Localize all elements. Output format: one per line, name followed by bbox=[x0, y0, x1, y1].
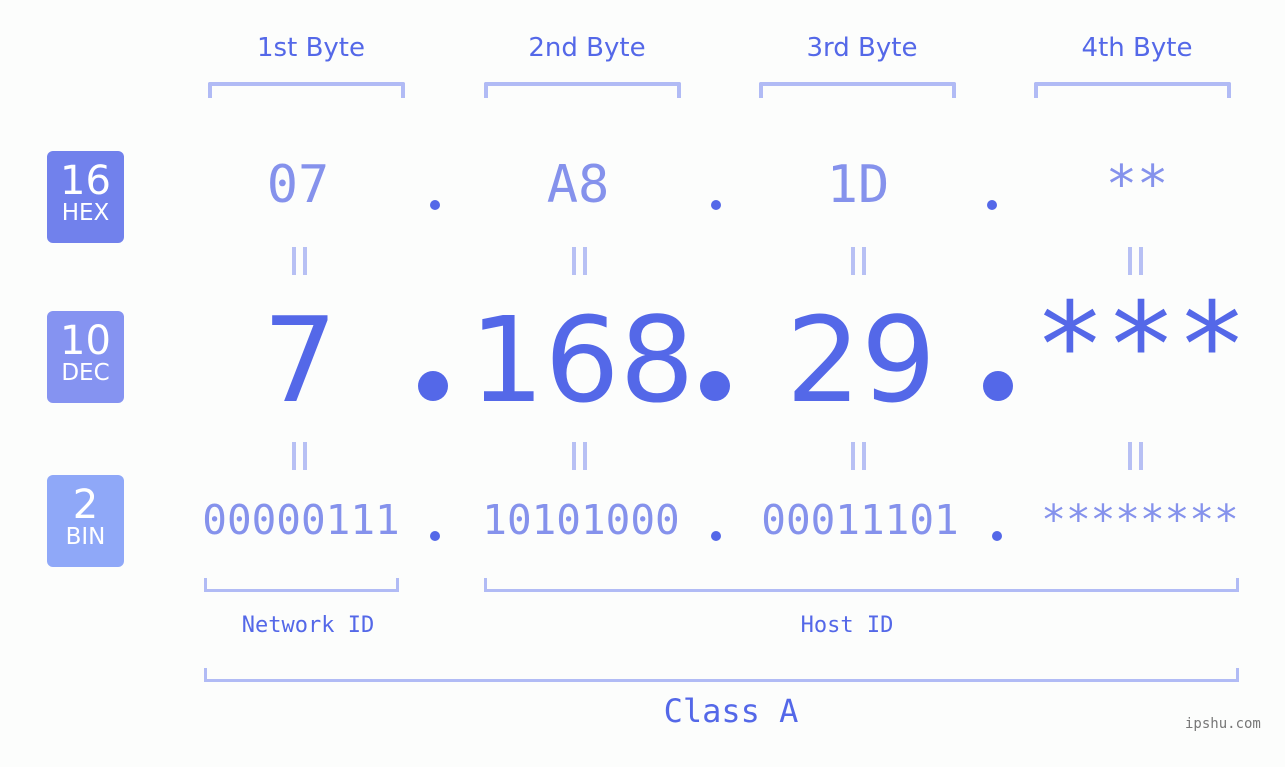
equals-icon bbox=[292, 442, 308, 470]
class-label: Class A bbox=[663, 692, 799, 730]
hex-dot-1 bbox=[430, 200, 440, 210]
bracket-byte-3 bbox=[759, 82, 956, 98]
header-byte-1: 1st Byte bbox=[257, 33, 365, 63]
host-id-bracket bbox=[484, 578, 1239, 592]
equals-icon bbox=[851, 442, 867, 470]
badge-bin-label: BIN bbox=[65, 524, 106, 550]
equals-icon bbox=[572, 247, 588, 275]
class-bracket bbox=[204, 668, 1239, 682]
equals-icon bbox=[851, 247, 867, 275]
hex-byte-3: 1D bbox=[826, 155, 890, 215]
badge-bin: 2 BIN bbox=[47, 475, 124, 567]
hex-dot-3 bbox=[987, 200, 997, 210]
badge-dec: 10 DEC bbox=[47, 311, 124, 403]
equals-icon bbox=[1128, 247, 1144, 275]
badge-dec-base: 10 bbox=[60, 318, 111, 364]
bracket-byte-1 bbox=[208, 82, 405, 98]
dec-byte-3: 29 bbox=[785, 291, 937, 429]
equals-icon bbox=[1128, 442, 1144, 470]
dec-byte-4: *** bbox=[1034, 276, 1248, 414]
dec-dot-3 bbox=[983, 371, 1013, 401]
badge-dec-label: DEC bbox=[61, 360, 110, 386]
badge-hex-base: 16 bbox=[60, 158, 111, 204]
header-byte-4: 4th Byte bbox=[1081, 33, 1193, 63]
bracket-byte-4 bbox=[1034, 82, 1231, 98]
hex-byte-4: ** bbox=[1105, 155, 1169, 215]
bin-byte-3: 00011101 bbox=[761, 496, 959, 544]
bin-byte-4: ******** bbox=[1041, 496, 1239, 544]
header-byte-3: 3rd Byte bbox=[806, 33, 918, 63]
bin-byte-2: 10101000 bbox=[482, 496, 680, 544]
equals-icon bbox=[572, 442, 588, 470]
dec-byte-2: 168 bbox=[469, 291, 695, 429]
bin-dot-3 bbox=[992, 531, 1002, 541]
bracket-byte-2 bbox=[484, 82, 681, 98]
watermark: ipshu.com bbox=[1185, 716, 1261, 732]
hex-dot-2 bbox=[711, 200, 721, 210]
badge-hex-label: HEX bbox=[61, 200, 110, 226]
bin-dot-2 bbox=[711, 531, 721, 541]
hex-byte-1: 07 bbox=[266, 155, 330, 215]
network-id-label: Network ID bbox=[241, 613, 375, 638]
network-id-bracket bbox=[204, 578, 399, 592]
dec-dot-2 bbox=[700, 371, 730, 401]
host-id-label: Host ID bbox=[800, 613, 894, 638]
bin-dot-1 bbox=[430, 531, 440, 541]
header-byte-2: 2nd Byte bbox=[528, 33, 646, 63]
hex-byte-2: A8 bbox=[546, 155, 610, 215]
badge-bin-base: 2 bbox=[72, 482, 99, 528]
dec-byte-1: 7 bbox=[262, 291, 338, 429]
badge-hex: 16 HEX bbox=[47, 151, 124, 243]
bin-byte-1: 00000111 bbox=[202, 496, 400, 544]
dec-dot-1 bbox=[418, 371, 448, 401]
equals-icon bbox=[292, 247, 308, 275]
